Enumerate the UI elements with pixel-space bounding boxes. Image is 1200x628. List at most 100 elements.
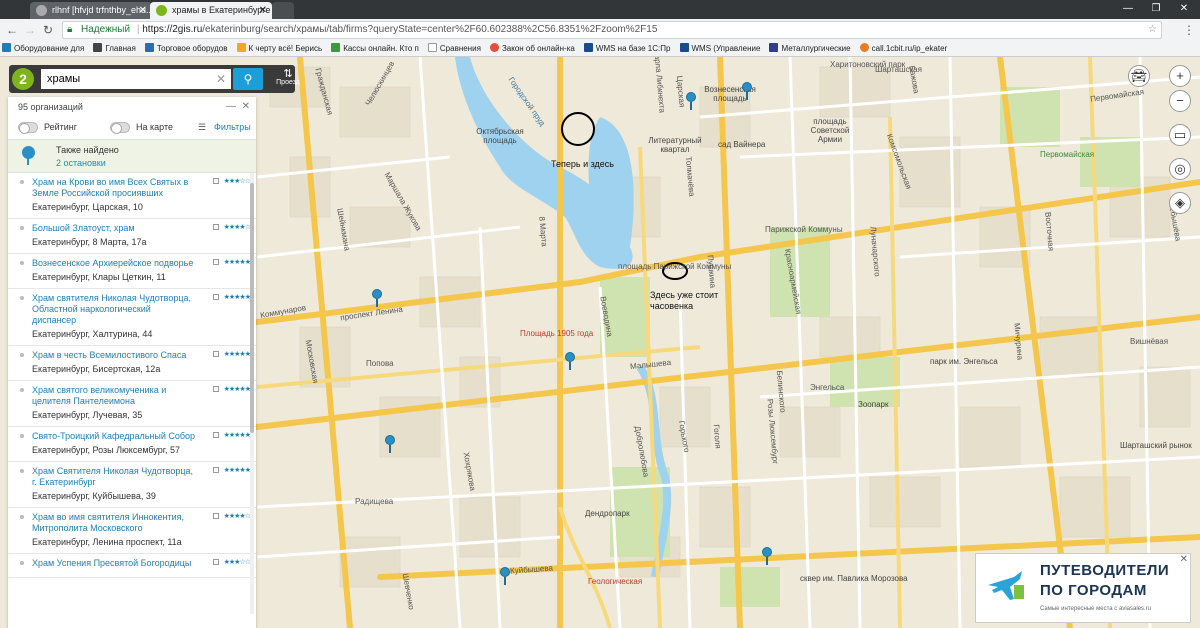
zoom-in-icon[interactable]: + — [1169, 65, 1191, 87]
item-name[interactable]: Вознесенское Архиерейское подворье — [32, 258, 196, 269]
close-icon[interactable]: ✕ — [259, 2, 267, 19]
metro-station-label[interactable]: Геологическая — [588, 577, 642, 586]
item-name[interactable]: Храм святого великомученика и целителя П… — [32, 385, 196, 407]
street-label: Первомайская — [1040, 150, 1095, 159]
bookmark-icon — [489, 43, 499, 52]
2gis-logo-icon[interactable]: 2 — [12, 68, 34, 90]
place-label: Октябрьская площадь — [476, 127, 524, 145]
photo-icon — [212, 513, 219, 519]
also-found-block[interactable]: Также найдено 2 остановки — [8, 139, 256, 173]
list-item[interactable]: Свято-Троицкий Кафедральный Собор Екатер… — [8, 427, 256, 462]
layers-icon[interactable]: ◈ — [1169, 192, 1191, 214]
bookmark-icon — [859, 43, 869, 52]
search-input[interactable] — [41, 69, 231, 89]
bookmark-item[interactable]: Металлургические — [767, 41, 854, 56]
tab-label: храмы в Екатеринбурге — [172, 5, 271, 15]
bookmark-star-icon[interactable]: ☆ — [1148, 22, 1157, 38]
close-icon[interactable]: ✕ — [139, 2, 147, 19]
filters-button[interactable]: Фильтры — [214, 122, 251, 132]
tab-1[interactable]: rlhnf [hfvjd trfnthby_ehu... ✕ — [30, 2, 152, 19]
street-label: Вишнёвая — [1130, 337, 1169, 346]
temple-pin[interactable] — [372, 289, 382, 307]
item-name[interactable]: Свято-Троицкий Кафедральный Собор — [32, 431, 196, 442]
secure-label: Надежный — [81, 24, 131, 35]
bookmark-item[interactable]: Оборудование для — [0, 41, 88, 56]
new-tab-button[interactable] — [272, 2, 294, 19]
temple-pin[interactable] — [565, 352, 575, 370]
bookmark-item[interactable]: Сравнения — [426, 41, 485, 56]
ad-banner[interactable]: ПУТЕВОДИТЕЛИ ПО ГОРОДАМ Самые интересные… — [975, 553, 1191, 623]
close-icon[interactable]: ✕ — [242, 101, 250, 112]
ad-subtitle: Самые интересные места с aviasales.ru — [1040, 606, 1151, 612]
filters-icon[interactable]: ☰ — [198, 122, 206, 133]
window-close-icon[interactable]: ✕ — [1170, 0, 1198, 17]
item-name[interactable]: Храм на Крови во имя Всех Святых в Земле… — [32, 177, 196, 199]
item-name[interactable]: Большой Златоуст, храм — [32, 223, 196, 234]
traffic-car-icon[interactable]: 🚘︎ — [1128, 65, 1150, 87]
bookmark-item[interactable]: call.1cbit.ru/ip_ekater — [858, 41, 952, 56]
forward-icon[interactable]: → — [22, 22, 38, 38]
route-button[interactable]: ⇅ Проезд — [271, 65, 305, 93]
pin-icon — [20, 561, 24, 565]
menu-icon[interactable]: ⋮ — [1181, 22, 1197, 38]
list-item[interactable]: Храм Святителя Николая Чудотворца, г. Ек… — [8, 462, 256, 508]
back-icon[interactable]: ← — [4, 22, 20, 38]
photo-icon — [212, 178, 219, 184]
list-item[interactable]: Большой Златоуст, храм Екатеринбург, 8 М… — [8, 219, 256, 254]
ruler-icon[interactable]: ▭ — [1169, 124, 1191, 146]
item-name[interactable]: Храм святителя Николая Чудотворца, Облас… — [32, 293, 196, 326]
collapse-icon[interactable]: — — [226, 101, 236, 112]
bookmark-icon — [2, 43, 11, 52]
bookmark-item[interactable]: Закон об онлайн-ка — [488, 41, 579, 56]
temple-pin[interactable] — [742, 82, 752, 100]
address-bar[interactable]: 🔒︎ Надежный | https://2gis.ru/ekaterinbu… — [62, 21, 1162, 39]
rating-toggle[interactable] — [18, 122, 38, 134]
search-button[interactable]: ⚲ — [233, 68, 263, 90]
also-found-link[interactable]: 2 остановки — [56, 158, 106, 168]
item-name[interactable]: Храм во имя святителя Иннокентия, Митроп… — [32, 512, 196, 534]
list-item[interactable]: Храм в честь Всемилостивого Спаса Екатер… — [8, 346, 256, 381]
street-label: Попова — [366, 359, 394, 368]
close-icon[interactable]: ✕ — [1180, 554, 1188, 565]
item-address: Екатеринбург, Царская, 10 — [32, 202, 143, 212]
clear-icon[interactable]: ✕ — [214, 69, 228, 89]
tab-2[interactable]: храмы в Екатеринбурге ✕ — [150, 2, 272, 19]
bookmark-item[interactable]: К черту всё! Берись — [235, 41, 327, 56]
url-host: https://2gis.ru — [142, 24, 203, 35]
reload-icon[interactable]: ↻ — [40, 22, 56, 38]
bookmark-item[interactable]: WMS на базе 1С:Пр — [582, 41, 675, 56]
bookmark-item[interactable]: Главная — [91, 41, 139, 56]
minimize-icon[interactable]: — — [1114, 0, 1142, 17]
list-item[interactable]: Храм Успения Пресвятой Богородицы ★★★☆☆ — [8, 554, 256, 578]
item-name[interactable]: Храм Успения Пресвятой Богородицы — [32, 558, 196, 569]
temple-pin[interactable] — [686, 92, 696, 110]
2gis-favicon — [156, 5, 167, 16]
results-count: 95 организаций — [18, 102, 83, 112]
list-item[interactable]: Храм святителя Николая Чудотворца, Облас… — [8, 289, 256, 346]
item-name[interactable]: Храм в честь Всемилостивого Спаса — [32, 350, 196, 361]
metro-station-label[interactable]: Площадь 1905 года — [520, 329, 593, 338]
pin-icon — [20, 180, 24, 184]
bookmark-item[interactable]: WMS (Управление — [678, 41, 765, 56]
temple-pin[interactable] — [762, 547, 772, 565]
list-item[interactable]: Храм во имя святителя Иннокентия, Митроп… — [8, 508, 256, 554]
pin-icon — [20, 469, 24, 473]
ad-title-line2: ПО ГОРОДАМ — [1040, 582, 1147, 599]
list-item[interactable]: Храм на Крови во имя Всех Святых в Земле… — [8, 173, 256, 219]
scrollbar-thumb[interactable] — [250, 183, 254, 433]
place-label: площадь Советской Армии — [810, 117, 850, 144]
scrollbar[interactable] — [250, 173, 254, 614]
onmap-toggle[interactable] — [110, 122, 130, 134]
item-name[interactable]: Храм Святителя Николая Чудотворца, г. Ек… — [32, 466, 196, 488]
bookmark-item[interactable]: Кассы онлайн. Кто п — [329, 41, 423, 56]
locate-icon[interactable]: ◎ — [1169, 158, 1191, 180]
bookmark-item[interactable]: Торговое оборудов — [143, 41, 232, 56]
zoom-out-icon[interactable]: − — [1169, 90, 1191, 112]
item-address: Екатеринбург, 8 Марта, 17а — [32, 237, 147, 247]
bookmark-icon — [679, 43, 689, 52]
list-item[interactable]: Храм святого великомученика и целителя П… — [8, 381, 256, 427]
maximize-icon[interactable]: ❐ — [1142, 0, 1170, 17]
temple-pin[interactable] — [385, 435, 395, 453]
temple-pin[interactable] — [500, 567, 510, 585]
list-item[interactable]: Вознесенское Архиерейское подворье Екате… — [8, 254, 256, 289]
